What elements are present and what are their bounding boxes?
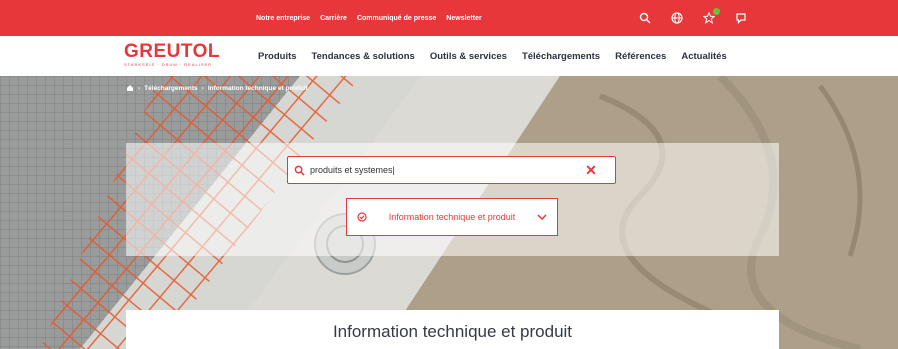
favorites-badge bbox=[713, 8, 720, 15]
utility-icons bbox=[638, 0, 748, 36]
logo-tagline: STARKSEIS · DRUM · REALISER bbox=[124, 62, 213, 67]
category-dropdown[interactable]: Information technique et produit bbox=[346, 198, 558, 236]
breadcrumb-item-telechargements[interactable]: Téléchargements bbox=[144, 85, 197, 92]
nav-item-references[interactable]: Références bbox=[615, 51, 666, 62]
breadcrumb-item-current: Information technique et produit bbox=[207, 84, 308, 92]
top-utility-bar: Notre entreprise Carrière Communiqué de … bbox=[0, 0, 898, 36]
close-icon[interactable]: ✕ bbox=[580, 157, 602, 183]
search-field[interactable]: ✕ bbox=[287, 156, 616, 184]
greutol-logo[interactable]: GREUTOL STARKSEIS · DRUM · REALISER bbox=[124, 42, 220, 68]
link-communique-presse[interactable]: Communiqué de presse bbox=[357, 15, 436, 22]
dropdown-selected-value: Information technique et produit bbox=[388, 212, 516, 222]
check-circle-icon bbox=[347, 212, 377, 222]
nav-item-outils-services[interactable]: Outils & services bbox=[430, 51, 507, 62]
chevron-down-icon[interactable] bbox=[527, 214, 557, 220]
search-icon[interactable] bbox=[638, 11, 652, 25]
nav-item-produits[interactable]: Produits bbox=[258, 51, 297, 62]
nav-menu: Produits Tendances & solutions Outils & … bbox=[258, 36, 727, 76]
link-carriere[interactable]: Carrière bbox=[320, 15, 347, 22]
link-newsletter[interactable]: Newsletter bbox=[446, 15, 481, 22]
nav-item-telechargements[interactable]: Téléchargements bbox=[522, 51, 600, 62]
nav-item-tendances-solutions[interactable]: Tendances & solutions bbox=[312, 51, 415, 62]
chat-icon[interactable] bbox=[734, 11, 748, 25]
utility-links: Notre entreprise Carrière Communiqué de … bbox=[256, 0, 482, 36]
star-icon[interactable] bbox=[702, 8, 720, 25]
nav-item-actualites[interactable]: Actualités bbox=[681, 51, 726, 62]
breadcrumb-separator: › bbox=[138, 84, 141, 92]
breadcrumb: › Téléchargements › Information techniqu… bbox=[126, 84, 308, 92]
link-notre-entreprise[interactable]: Notre entreprise bbox=[256, 15, 310, 22]
logo-wordmark: GREUTOL bbox=[124, 41, 221, 62]
search-icon[interactable] bbox=[288, 157, 310, 183]
home-icon[interactable] bbox=[126, 84, 134, 92]
search-input[interactable] bbox=[310, 165, 580, 175]
main-navigation: GREUTOL STARKSEIS · DRUM · REALISER Prod… bbox=[0, 36, 898, 76]
breadcrumb-separator: › bbox=[201, 84, 204, 92]
content-card: Information technique et produit bbox=[126, 310, 779, 349]
page-title: Information technique et produit bbox=[332, 322, 573, 341]
globe-icon[interactable] bbox=[670, 11, 684, 25]
